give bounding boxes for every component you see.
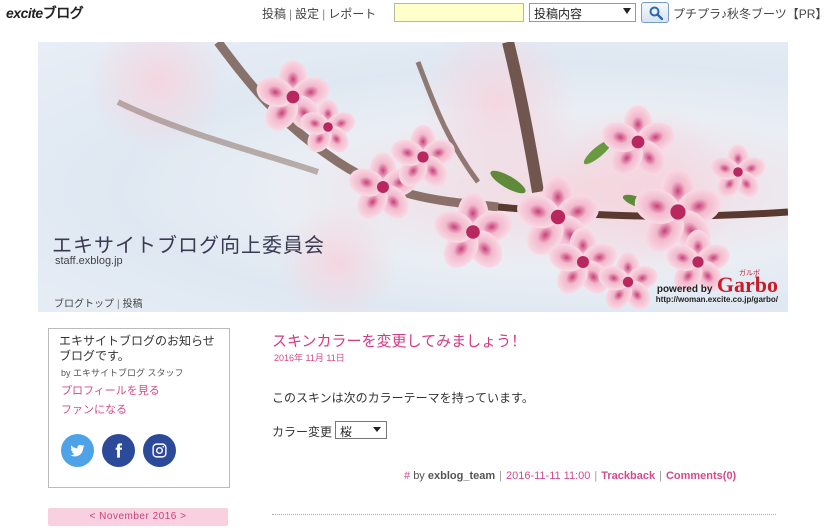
garbo-url: http://woman.excite.co.jp/garbo/ [655,295,778,304]
garbo-logo[interactable]: ガルボ powered by Garbo http://woman.excite… [655,270,778,304]
search-button[interactable] [641,2,669,23]
calendar-month-nav[interactable]: < November 2016 > [48,508,228,526]
post-body: このスキンは次のカラーテーマを持っています。 [272,391,534,405]
twitter-icon [70,444,85,457]
excite-blog-logo[interactable]: exciteブログ [6,3,84,23]
powered-by-label: powered by [656,284,713,295]
become-fan-link[interactable]: ファンになる [61,401,219,417]
post-footer: # by exblog_team | 2016-11-11 11:00 | Trackb… [404,470,737,482]
facebook-button[interactable] [102,434,135,467]
profile-box: エキサイトブログのお知らせブログです。 by エキサイトブログ スタッフ プロフ… [48,328,230,488]
twitter-button[interactable] [61,434,94,467]
search-icon [649,6,663,20]
search-input[interactable] [394,3,524,22]
pr-link[interactable]: プチプラ♪秋冬ブーツ【PR】 [673,5,827,22]
view-profile-link[interactable]: プロフィールを見る [61,382,219,398]
chevron-down-icon [373,427,381,432]
logo-suffix: ブログ [42,5,84,21]
profile-author: by エキサイトブログ スタッフ [61,368,184,378]
report-link[interactable]: レポート [328,7,376,21]
comments-link[interactable]: Comments(0) [666,470,736,482]
trackback-link[interactable]: Trackback [601,470,655,482]
nav-blog-top[interactable]: ブログトップ [54,299,114,310]
blog-nav: ブログトップ | 投稿 [54,299,143,310]
post-datetime[interactable]: 2016-11-11 11:00 [506,470,590,482]
chevron-down-icon [623,8,631,14]
color-theme-select[interactable]: 桜 [335,421,387,439]
nav-post[interactable]: 投稿 [123,299,143,310]
post-author: exblog_team [427,470,496,482]
logo-text: excite [6,5,43,21]
post-title[interactable]: スキンカラーを変更してみましょう！ [272,330,526,351]
post-link[interactable]: 投稿 [262,7,286,21]
profile-description: エキサイトブログのお知らせブログです。 [59,334,215,363]
instagram-button[interactable] [143,434,176,467]
garbo-kana: ガルボ [739,270,760,277]
blog-url: staff.exblog.jp [55,255,123,267]
color-theme-value: 桜 [340,425,353,439]
permalink-hash[interactable]: # [404,470,410,482]
search-scope-select[interactable]: 投稿内容 [529,3,636,22]
by-label: by [413,470,425,482]
post-date: 2016年 11月 11日 [274,353,345,363]
global-header: exciteブログ 投稿 | 設定 | レポート 投稿内容 プチプラ♪秋冬ブーツ【PR】 [0,0,827,26]
blog-title[interactable]: エキサイトブログ向上委員会 [52,229,325,258]
instagram-icon [152,443,167,458]
facebook-icon [115,443,123,458]
color-change-label: カラー変更 [272,425,333,439]
settings-link[interactable]: 設定 [295,7,319,21]
search-scope-value: 投稿内容 [534,7,583,21]
blog-header-banner: エキサイトブログ向上委員会 staff.exblog.jp ブログトップ | 投稿 … [38,42,788,312]
top-links: 投稿 | 設定 | レポート [262,7,377,21]
post-divider [272,514,776,515]
